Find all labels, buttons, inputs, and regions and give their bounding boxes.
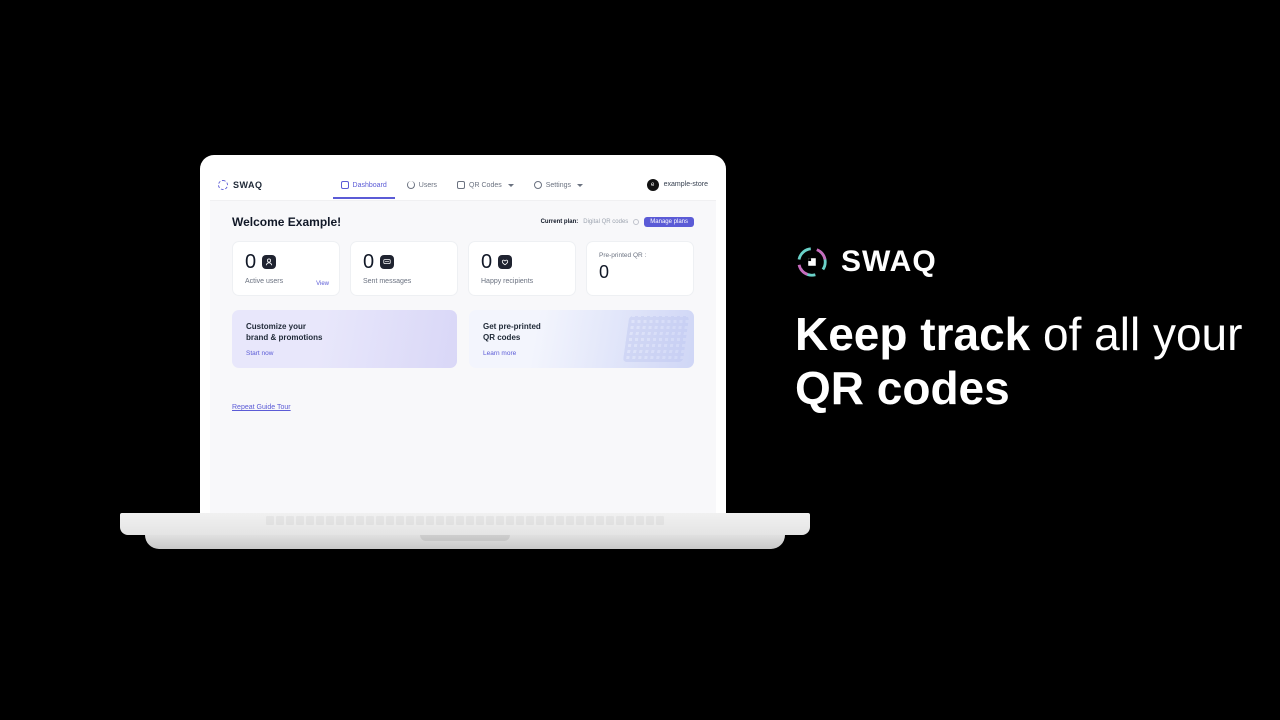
tagline-bold-1: Keep track [795, 308, 1030, 360]
stat-label: Active users [245, 278, 327, 285]
nav-qrcodes-label: QR Codes [469, 182, 502, 189]
app-logo[interactable]: SWAQ [218, 180, 263, 190]
promo-customize[interactable]: Customize your brand & promotions Start … [232, 310, 457, 368]
info-icon[interactable] [633, 219, 639, 225]
stat-value: 0 [599, 262, 609, 282]
nav-settings-label: Settings [546, 182, 571, 189]
manage-plans-button[interactable]: Manage plans [644, 217, 694, 227]
avatar: e [647, 179, 659, 191]
topbar: SWAQ Dashboard Users QR Codes [210, 169, 716, 201]
tagline-mid: of all your [1030, 308, 1242, 360]
promo-cta[interactable]: Learn more [483, 350, 516, 357]
brand-name: SWAQ [841, 245, 937, 279]
qr-icon [457, 181, 465, 189]
plan-label: Current plan: [541, 219, 579, 225]
keyboard-illustration [215, 516, 715, 526]
tagline-bold-2: QR codes [795, 362, 1010, 414]
laptop-bezel: SWAQ Dashboard Users QR Codes [200, 155, 726, 515]
chevron-down-icon [508, 184, 514, 187]
stat-sent-messages: 0 Sent messages [350, 241, 458, 296]
app-screen: SWAQ Dashboard Users QR Codes [210, 169, 716, 515]
nav-users[interactable]: Users [399, 171, 445, 198]
stat-label: Pre-printed QR : [599, 252, 681, 259]
swaq-mark-icon [218, 180, 228, 190]
stat-active-users: 0 Active users View [232, 241, 340, 296]
view-link[interactable]: View [316, 281, 329, 287]
promo-title: Customize your brand & promotions [246, 322, 443, 344]
page-body: Welcome Example! Current plan: Digital Q… [210, 201, 716, 515]
qr-illustration-icon [623, 316, 689, 362]
user-icon [407, 181, 415, 189]
user-chip[interactable]: e example-store [647, 179, 708, 191]
nav-users-label: Users [419, 182, 437, 189]
nav-settings[interactable]: Settings [526, 171, 591, 198]
laptop-base [120, 513, 810, 549]
stat-preprinted-qr: Pre-printed QR : 0 [586, 241, 694, 296]
tagline: Keep track of all your QR codes [795, 307, 1280, 416]
brand-name-small: SWAQ [233, 180, 263, 190]
nav-qrcodes[interactable]: QR Codes [449, 171, 522, 198]
stat-value: 0 [245, 252, 256, 272]
swaq-mark-icon [795, 245, 829, 279]
nav-dashboard-label: Dashboard [353, 182, 387, 189]
promo-preprinted[interactable]: Get pre-printed QR codes Learn more [469, 310, 694, 368]
welcome-heading: Welcome Example! [232, 215, 341, 229]
chevron-down-icon [577, 184, 583, 187]
stats-row: 0 Active users View 0 [232, 241, 694, 296]
repeat-guide-tour-link[interactable]: Repeat Guide Tour [232, 404, 291, 411]
plan-row: Current plan: Digital QR codes Manage pl… [541, 217, 694, 227]
dashboard-icon [341, 181, 349, 189]
stat-happy-recipients: 0 Happy recipients [468, 241, 576, 296]
main-nav: Dashboard Users QR Codes Settings [333, 171, 592, 198]
stat-value: 0 [481, 252, 492, 272]
plan-name: Digital QR codes [583, 219, 628, 225]
promo-cta[interactable]: Start now [246, 350, 273, 357]
nav-dashboard[interactable]: Dashboard [333, 171, 395, 198]
promo-row: Customize your brand & promotions Start … [232, 310, 694, 368]
message-icon [380, 255, 394, 269]
brand-logo-large: SWAQ [795, 245, 1280, 279]
gear-icon [534, 181, 542, 189]
store-name: example-store [664, 181, 708, 188]
stat-label: Happy recipients [481, 278, 563, 285]
marketing-panel: SWAQ Keep track of all your QR codes [795, 245, 1280, 416]
stat-value: 0 [363, 252, 374, 272]
heart-icon [498, 255, 512, 269]
stat-label: Sent messages [363, 278, 445, 285]
users-icon [262, 255, 276, 269]
trackpad-notch [420, 535, 510, 541]
header-row: Welcome Example! Current plan: Digital Q… [232, 215, 694, 229]
